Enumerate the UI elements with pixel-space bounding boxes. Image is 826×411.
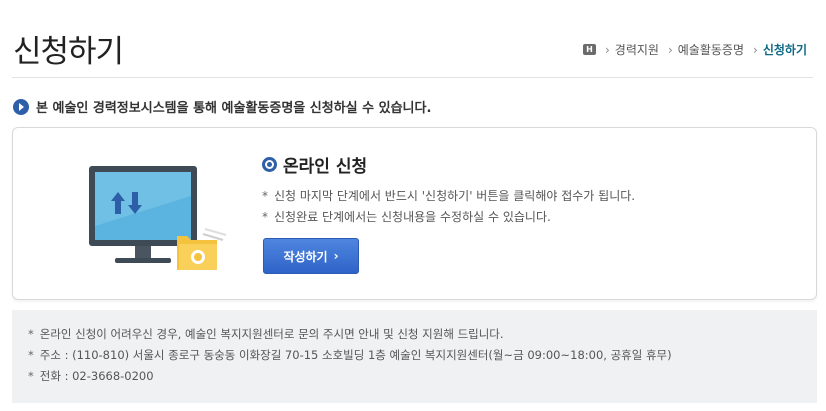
chevron-right-icon: ›: [667, 42, 673, 57]
intro-text: 본 예술인 경력정보시스템을 통해 예술활동증명을 신청하실 수 있습니다.: [36, 101, 432, 116]
breadcrumb-item-current: 신청하기: [762, 43, 807, 57]
chevron-right-icon: ›: [753, 42, 758, 57]
online-apply-notes: 신청 마지막 단계에서 반드시 '신청하기' 버튼을 클릭해야 접수가 됩니다.…: [262, 186, 635, 228]
page-title: 신청하기: [13, 34, 124, 70]
breadcrumb-item-art-certification[interactable]: 예술활동증명: [678, 41, 744, 58]
breadcrumb: H › 경력지원 › 예술활동증명 › 신청하기: [582, 41, 807, 58]
title-divider: [12, 77, 813, 78]
note-item: 신청완료 단계에서는 신청내용을 수정하실 수 있습니다.: [262, 207, 635, 228]
breadcrumb-item-career-support[interactable]: 경력지원: [615, 41, 659, 58]
footer-note: 온라인 신청이 어려우신 경우, 예술인 복지지원센터로 문의 주시면 안내 및…: [28, 324, 801, 345]
home-icon[interactable]: H: [582, 44, 596, 55]
online-apply-title: 온라인 신청: [283, 157, 368, 177]
online-apply-heading: 온라인 신청: [262, 152, 367, 177]
footer-address: 주소 : (110-810) 서울시 종로구 동숭동 이화장길 70-15 소호…: [28, 345, 801, 366]
play-bullet-icon: [13, 98, 29, 115]
chevron-right-icon: ›: [604, 42, 610, 57]
note-item: 신청 마지막 단계에서 반드시 '신청하기' 버튼을 클릭해야 접수가 됩니다.: [262, 186, 635, 207]
footer-phone: 전화 : 02-3668-0200: [28, 366, 801, 387]
write-application-button[interactable]: 작성하기 ›: [263, 238, 359, 274]
contact-info-box: 온라인 신청이 어려우신 경우, 예술인 복지지원센터로 문의 주시면 안내 및…: [12, 310, 817, 403]
intro-message: 본 예술인 경력정보시스템을 통해 예술활동증명을 신청하실 수 있습니다.: [13, 97, 431, 116]
computer-upload-download-icon: [89, 166, 227, 270]
write-button-label: 작성하기: [283, 249, 328, 264]
chevron-right-icon: ›: [333, 249, 339, 263]
online-apply-panel: 온라인 신청 신청 마지막 단계에서 반드시 '신청하기' 버튼을 클릭해야 접…: [12, 127, 817, 300]
radio-bullet-icon: [262, 157, 277, 172]
